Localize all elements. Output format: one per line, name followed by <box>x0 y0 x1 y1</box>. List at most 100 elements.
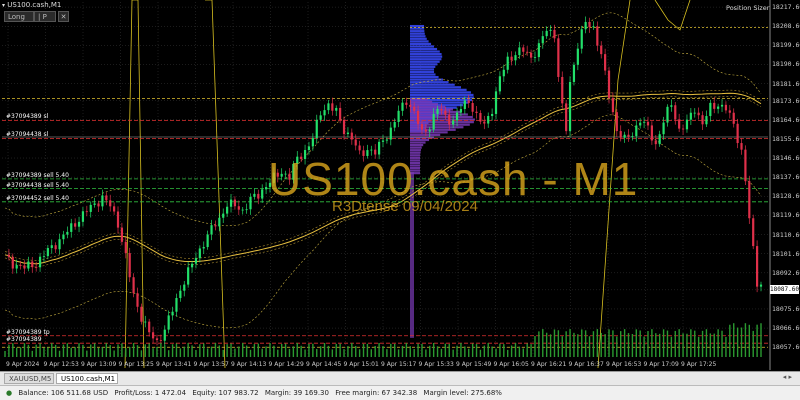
profile-bar <box>410 30 425 33</box>
candle-body <box>261 189 264 199</box>
profile-bar <box>410 58 442 61</box>
profile-bar <box>410 78 444 81</box>
profile-bar <box>410 40 429 43</box>
price-tick-label: 18146.60 <box>772 154 800 163</box>
price-tick-label: 18155.60 <box>772 134 800 143</box>
price-tick-label: 18208.60 <box>772 22 800 31</box>
candle-body <box>128 253 131 278</box>
time-tick-label: 9 Apr 13:41 <box>156 361 192 368</box>
tab-scroll-arrows-icon[interactable]: ◂ ▸ <box>783 373 792 381</box>
candle-body <box>491 113 494 117</box>
profile-bar <box>410 133 441 136</box>
candle-body <box>545 30 548 37</box>
candle-body <box>50 245 53 249</box>
candle-body <box>494 91 498 114</box>
candle-body <box>183 284 186 291</box>
profile-bar <box>410 131 448 134</box>
time-tick-label: 9 Apr 12:53 <box>43 361 79 368</box>
order-line-label[interactable]: #37094438 sl <box>6 131 48 138</box>
profile-bar <box>410 141 426 144</box>
candle-body <box>588 21 591 28</box>
candle-body <box>155 338 159 341</box>
candle-body <box>70 223 73 232</box>
candle-body <box>744 149 747 182</box>
margin-text: Margin: 39 169.30 <box>264 389 329 397</box>
candle-body <box>385 139 388 141</box>
candle-body <box>561 76 564 104</box>
candle-body <box>724 104 728 111</box>
candle-body <box>342 119 346 135</box>
candle-body <box>662 122 665 135</box>
profit-loss-text: Profit/Loss: 1 472.04 <box>114 389 187 397</box>
candle-body <box>140 306 143 322</box>
candle-body <box>728 110 731 113</box>
candle-body <box>565 103 568 132</box>
panel-toggle[interactable]: | P <box>34 11 56 22</box>
profile-bar <box>410 45 435 48</box>
position-sizer-label[interactable]: Position Sizer <box>726 4 769 12</box>
profile-bar <box>410 53 442 56</box>
order-line-label[interactable]: #37094438 sell 5.40 <box>6 182 69 189</box>
candle-body <box>229 199 233 207</box>
price-tick-label: 18164.60 <box>772 115 800 124</box>
price-tick-label: 18128.60 <box>772 192 800 201</box>
candle-body <box>38 256 42 268</box>
chart-title-label: ▾ US100.cash,M1 <box>2 1 62 9</box>
candle-body <box>11 256 14 269</box>
price-tick-label: 18190.60 <box>772 60 800 69</box>
candle-body <box>15 265 18 269</box>
profile-bar <box>410 81 449 84</box>
candle-body <box>331 103 334 111</box>
candle-body <box>580 29 583 49</box>
profile-bar <box>410 68 435 71</box>
time-tick-label: 9 Apr 13:25 <box>118 361 154 368</box>
close-icon[interactable]: ✕ <box>58 11 69 22</box>
candle-body <box>642 121 646 123</box>
candle-body <box>264 187 268 190</box>
time-tick-label: 9 Apr 14:13 <box>231 361 267 368</box>
candle-body <box>541 36 544 44</box>
candle-body <box>553 29 556 39</box>
time-tick-label: 9 Apr 16:21 <box>531 361 567 368</box>
candle-body <box>444 110 447 115</box>
current-price-badge: 18087.60 <box>770 285 799 294</box>
tab-xauusd-m5[interactable]: XAUUSD,M5 <box>4 373 54 384</box>
candle-body <box>167 315 170 330</box>
candle-body <box>136 293 139 307</box>
candle-body <box>202 247 205 249</box>
order-line-label[interactable]: #37094452 sell 5.40 <box>6 195 69 202</box>
candle-body <box>179 290 182 299</box>
candle-body <box>428 129 431 132</box>
order-line-label[interactable]: #37094389 sl <box>6 113 48 120</box>
candle-body <box>109 200 112 207</box>
long-button[interactable]: Long <box>4 11 34 22</box>
tab-us100-m1[interactable]: US100.cash,M1 <box>56 373 118 384</box>
time-tick-label: 9 Apr 15:33 <box>418 361 454 368</box>
candle-body <box>678 119 681 129</box>
order-line-label[interactable]: #37094389 <box>6 336 42 343</box>
candle-body <box>62 234 65 240</box>
candle-body <box>736 123 739 144</box>
candle-body <box>756 246 759 287</box>
candle-body <box>709 102 712 117</box>
candle-body <box>654 140 657 145</box>
candle-body <box>42 256 46 257</box>
candle-body <box>471 103 474 112</box>
candle-body <box>685 119 689 130</box>
candle-body <box>175 298 178 312</box>
candle-body <box>148 321 151 333</box>
price-tick-label: 18075.60 <box>772 304 800 313</box>
candle-body <box>54 245 57 250</box>
candle-body <box>448 114 451 125</box>
candle-body <box>222 213 225 218</box>
order-line-label[interactable]: #37094389 tp <box>6 329 50 336</box>
candle-body <box>518 47 521 56</box>
time-tick-label: 9 Apr 16:37 <box>568 361 604 368</box>
order-line-label[interactable]: #37094389 sell 5.40 <box>6 172 69 179</box>
candle-body <box>77 221 81 227</box>
candle-body <box>27 261 30 269</box>
candle-body <box>401 102 404 111</box>
margin-level-text: Margin level: 275.68% <box>423 389 502 397</box>
candle-body <box>623 134 626 138</box>
candle-body <box>529 52 533 58</box>
